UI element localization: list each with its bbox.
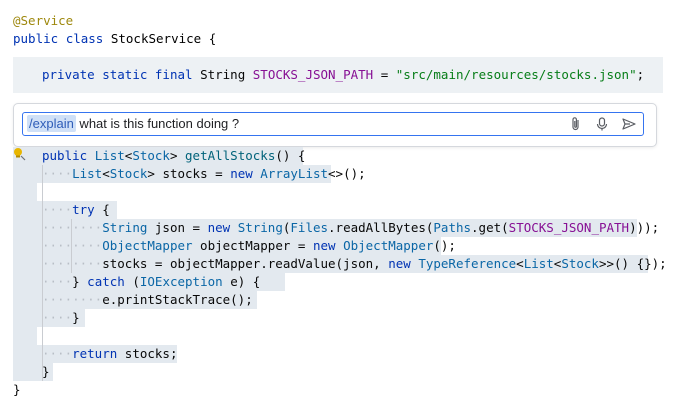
chat-input-text: /explain what is this function doing ? bbox=[27, 113, 239, 135]
paperclip-icon[interactable] bbox=[569, 116, 583, 132]
selection-block bbox=[13, 183, 37, 201]
code-line: ········stocks = objectMapper.readValue(… bbox=[42, 256, 667, 271]
lightbulb-icon[interactable] bbox=[12, 147, 26, 161]
code-line: ········ObjectMapper objectMapper = new … bbox=[42, 238, 456, 253]
code-line: ········String json = new String(Files.r… bbox=[42, 220, 660, 235]
code-line-annotation: @Service bbox=[13, 12, 73, 30]
code-line: ········e.printStackTrace(); bbox=[42, 292, 253, 307]
code-editor[interactable]: @Service public class StockService { pri… bbox=[0, 0, 679, 405]
code-line: ····return stocks; bbox=[42, 346, 178, 361]
code-line: } bbox=[42, 364, 50, 379]
code-line: ····List<Stock> stocks = new ArrayList<>… bbox=[42, 166, 366, 181]
inline-chat-panel: /explain what is this function doing ? bbox=[13, 103, 657, 147]
chat-command: /explain bbox=[27, 115, 76, 132]
chat-input[interactable]: /explain what is this function doing ? bbox=[22, 112, 644, 136]
microphone-icon[interactable] bbox=[595, 116, 609, 132]
code-line: ····} catch (IOException e) { bbox=[42, 274, 261, 289]
code-line: public List<Stock> getAllStocks() { bbox=[42, 148, 306, 163]
code-line: ····} bbox=[42, 310, 80, 325]
code-line-field-decl: private static final String STOCKS_JSON_… bbox=[42, 67, 645, 82]
selection-block bbox=[13, 327, 37, 345]
code-line: ····try { bbox=[42, 202, 110, 217]
code-line-class-decl: public class StockService { bbox=[13, 31, 217, 46]
code-line: } bbox=[13, 382, 21, 397]
send-icon[interactable] bbox=[621, 116, 636, 132]
annotation-token: @Service bbox=[13, 13, 74, 28]
chat-query: what is this function doing ? bbox=[75, 116, 240, 131]
